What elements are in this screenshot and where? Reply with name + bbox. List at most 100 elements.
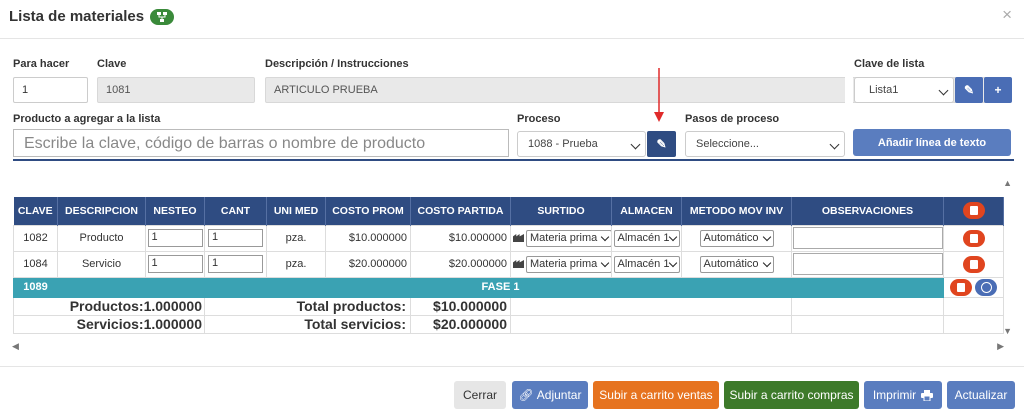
almacen-select[interactable]: Almacén 1 — [613, 255, 680, 273]
edit-process-button[interactable]: ✎ — [647, 131, 676, 157]
trash-icon[interactable] — [962, 202, 985, 220]
surtido-select[interactable]: Materia prima — [526, 229, 611, 247]
add-text-line-button[interactable]: Añadir línea de texto — [853, 129, 1011, 156]
row-observaciones — [791, 250, 944, 278]
row-nesteo: 1 — [145, 224, 205, 252]
row-clave: 1082 — [13, 224, 58, 252]
imprimir-button[interactable]: Imprimir — [864, 381, 942, 409]
metodo-select[interactable]: Automático — [699, 255, 774, 273]
col-observaciones: OBSERVACIONES — [791, 197, 944, 225]
clave-label: Clave — [97, 58, 127, 70]
almacen-select[interactable]: Almacén 1 — [613, 229, 680, 247]
almacen-value: Almacén 1 — [617, 257, 670, 270]
chevron-down-icon — [829, 139, 840, 150]
factory-icon — [513, 260, 524, 268]
cant-input[interactable]: 1 — [208, 229, 263, 247]
edit-list-button[interactable]: ✎ — [955, 77, 983, 103]
section-divider — [13, 159, 1014, 161]
col-actions — [943, 197, 1004, 225]
red-arrow-annotation — [654, 68, 664, 122]
scroll-left-icon[interactable]: ◀ — [12, 341, 19, 352]
col-surtido: SURTIDO — [510, 197, 612, 225]
row-surtido: Materia prima — [510, 250, 612, 278]
trash-icon[interactable] — [962, 255, 985, 273]
materials-modal: Lista de materiales × Para hacer 1 Clave… — [0, 0, 1024, 420]
plus-icon: + — [994, 83, 1002, 97]
nesteo-input[interactable]: 1 — [147, 255, 203, 273]
imprimir-label: Imprimir — [872, 388, 917, 402]
nesteo-input[interactable]: 1 — [147, 229, 203, 247]
para-hacer-input[interactable]: 1 — [13, 77, 88, 103]
close-icon[interactable]: × — [1002, 5, 1012, 25]
trash-icon[interactable] — [962, 229, 985, 247]
servicios-count: 1.000000 — [143, 316, 202, 332]
modal-title: Lista de materiales — [9, 8, 175, 25]
spacer — [845, 74, 853, 106]
chevron-down-icon — [938, 85, 949, 96]
para-hacer-label: Para hacer — [13, 58, 70, 70]
descripcion-label: Descripción / Instrucciones — [265, 58, 409, 70]
row-costo-partida: $20.000000 — [410, 250, 511, 278]
adjuntar-button[interactable]: 🔗︎ Adjuntar — [512, 381, 588, 409]
trash-icon[interactable] — [949, 278, 972, 296]
row-surtido: Materia prima — [510, 224, 612, 252]
printer-icon — [921, 389, 934, 401]
row-descripcion: Producto — [57, 224, 146, 252]
total-servicios-label: Total servicios: — [204, 314, 411, 334]
col-metodo: METODO MOV INV — [681, 197, 792, 225]
row-costo-prom: $10.000000 — [325, 224, 411, 252]
scroll-up-icon[interactable]: ▲ — [1003, 178, 1012, 188]
row-clave: 1084 — [13, 250, 58, 278]
row-cant: 1 — [204, 224, 267, 252]
clave-lista-select[interactable]: Lista1 — [854, 77, 954, 103]
row-actions — [943, 224, 1004, 252]
observaciones-textarea[interactable] — [792, 253, 943, 275]
clock-icon[interactable] — [975, 278, 998, 296]
table-row: 1082 Producto 1 1 pza. $10.000000 $10.00… — [13, 224, 1004, 252]
actualizar-button[interactable]: Actualizar — [947, 381, 1015, 409]
row-almacen: Almacén 1 — [611, 250, 682, 278]
total-productos-label: Total productos: — [204, 296, 411, 316]
surtido-select[interactable]: Materia prima — [526, 255, 611, 273]
observaciones-textarea[interactable] — [792, 227, 943, 249]
scroll-down-icon[interactable]: ▼ — [1003, 326, 1012, 336]
servicios-label: Servicios: — [76, 316, 144, 332]
proceso-value: 1088 - Prueba — [528, 138, 598, 150]
productos-label: Productos: — [69, 298, 144, 314]
pencil-icon: ✎ — [963, 83, 975, 97]
servicios-label-cell: Servicios:1.000000 — [13, 314, 205, 334]
add-list-button[interactable]: + — [984, 77, 1012, 103]
metodo-value: Automático — [703, 257, 759, 270]
clave-input: 1081 — [97, 77, 255, 103]
fase-row: 1089 FASE 1 — [13, 276, 1004, 298]
totals-row: Productos:1.000000 Total productos: $10.… — [13, 296, 1004, 316]
carrito-compras-button[interactable]: Subir a carrito compras — [724, 381, 859, 409]
cerrar-button[interactable]: Cerrar — [454, 381, 506, 409]
pasos-select[interactable]: Seleccione... — [685, 131, 845, 157]
table-header-row: CLAVE DESCRIPCION NESTEO CANT UNI MED CO… — [13, 197, 1004, 225]
empty-cell — [510, 296, 792, 316]
empty-cell — [791, 296, 944, 316]
scroll-right-icon[interactable]: ▶ — [997, 341, 1004, 352]
metodo-select[interactable]: Automático — [699, 229, 774, 247]
chevron-down-icon — [668, 232, 677, 241]
header-divider — [0, 38, 1024, 39]
proceso-select[interactable]: 1088 - Prueba — [517, 131, 646, 157]
empty-cell — [943, 314, 1004, 334]
factory-icon — [513, 234, 524, 242]
clave-lista-value: Lista1 — [869, 84, 899, 96]
row-actions — [943, 250, 1004, 278]
surtido-value: Materia prima — [530, 231, 598, 244]
carrito-ventas-button[interactable]: Subir a carrito ventas — [593, 381, 719, 409]
hierarchy-icon — [150, 8, 175, 25]
row-cant: 1 — [204, 250, 267, 278]
col-clave: CLAVE — [13, 197, 58, 225]
empty-cell — [943, 296, 1004, 316]
footer-divider — [0, 366, 1024, 367]
col-descripcion: DESCRIPCION — [57, 197, 146, 225]
cant-input[interactable]: 1 — [208, 255, 263, 273]
producto-label: Producto a agregar a la lista — [13, 113, 161, 125]
product-search-input[interactable]: Escribe la clave, código de barras o nom… — [13, 129, 509, 157]
adjuntar-label: Adjuntar — [536, 388, 582, 402]
fase-actions — [943, 276, 1004, 298]
